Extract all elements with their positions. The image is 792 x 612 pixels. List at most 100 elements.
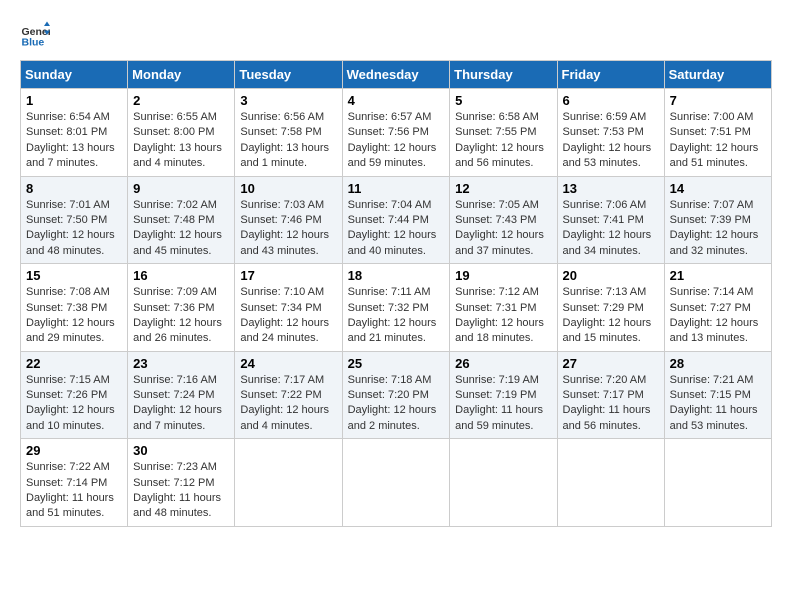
day-info: Sunrise: 7:18 AM Sunset: 7:20 PM Dayligh… bbox=[348, 373, 445, 435]
day-info: Sunrise: 7:22 AM Sunset: 7:14 PM Dayligh… bbox=[26, 460, 122, 522]
logo-icon: General Blue bbox=[20, 20, 50, 50]
day-number: 16 bbox=[133, 268, 229, 283]
calendar-day-cell: 6Sunrise: 6:59 AM Sunset: 7:53 PM Daylig… bbox=[557, 89, 664, 177]
calendar-day-cell: 16 Sunrise: 7:09 AM Sunset: 7:36 PM Dayli… bbox=[128, 264, 235, 352]
day-info: Sunrise: 7:23 AM Sunset: 7:12 PM Dayligh… bbox=[133, 460, 229, 522]
day-number: 11 bbox=[348, 181, 445, 196]
day-number: 24 bbox=[240, 356, 336, 371]
day-info: Sunrise: 7:17 AM Sunset: 7:22 PM Dayligh… bbox=[240, 373, 336, 435]
svg-text:Blue: Blue bbox=[22, 37, 45, 49]
page-header: General Blue bbox=[20, 20, 772, 50]
calendar-day-cell: 24 Sunrise: 7:17 AM Sunset: 7:22 PM Dayli… bbox=[235, 351, 342, 439]
day-info: Sunrise: 7:04 AM Sunset: 7:44 PM Dayligh… bbox=[348, 198, 445, 260]
calendar-day-cell: 28 Sunrise: 7:21 AM Sunset: 7:15 PM Dayli… bbox=[664, 351, 771, 439]
day-info: Sunrise: 7:19 AM Sunset: 7:19 PM Dayligh… bbox=[455, 373, 551, 435]
day-number: 18 bbox=[348, 268, 445, 283]
empty-cell bbox=[235, 439, 342, 527]
calendar-day-cell: 9Sunrise: 7:02 AM Sunset: 7:48 PM Daylig… bbox=[128, 176, 235, 264]
day-number: 1 bbox=[26, 93, 122, 108]
weekday-header-thursday: Thursday bbox=[450, 61, 557, 89]
day-info: Sunrise: 7:21 AM Sunset: 7:15 PM Dayligh… bbox=[670, 373, 766, 435]
calendar-header-row: SundayMondayTuesdayWednesdayThursdayFrid… bbox=[21, 61, 772, 89]
day-number: 25 bbox=[348, 356, 445, 371]
logo: General Blue bbox=[20, 20, 54, 50]
weekday-header-tuesday: Tuesday bbox=[235, 61, 342, 89]
day-info: Sunrise: 7:08 AM Sunset: 7:38 PM Dayligh… bbox=[26, 285, 122, 347]
day-info: Sunrise: 6:54 AM Sunset: 8:01 PM Dayligh… bbox=[26, 110, 122, 172]
day-info: Sunrise: 7:11 AM Sunset: 7:32 PM Dayligh… bbox=[348, 285, 445, 347]
calendar-day-cell: 23 Sunrise: 7:16 AM Sunset: 7:24 PM Dayli… bbox=[128, 351, 235, 439]
calendar-day-cell: 2 Sunrise: 6:55 AM Sunset: 8:00 PM Daylig… bbox=[128, 89, 235, 177]
day-info: Sunrise: 6:59 AM Sunset: 7:53 PM Dayligh… bbox=[563, 110, 659, 172]
day-number: 26 bbox=[455, 356, 551, 371]
day-number: 30 bbox=[133, 443, 229, 458]
day-info: Sunrise: 7:05 AM Sunset: 7:43 PM Dayligh… bbox=[455, 198, 551, 260]
day-number: 28 bbox=[670, 356, 766, 371]
day-number: 8 bbox=[26, 181, 122, 196]
day-number: 14 bbox=[670, 181, 766, 196]
day-info: Sunrise: 6:58 AM Sunset: 7:55 PM Dayligh… bbox=[455, 110, 551, 172]
day-info: Sunrise: 7:16 AM Sunset: 7:24 PM Dayligh… bbox=[133, 373, 229, 435]
calendar-day-cell: 26 Sunrise: 7:19 AM Sunset: 7:19 PM Dayli… bbox=[450, 351, 557, 439]
day-number: 23 bbox=[133, 356, 229, 371]
empty-cell bbox=[342, 439, 450, 527]
day-number: 3 bbox=[240, 93, 336, 108]
day-number: 29 bbox=[26, 443, 122, 458]
calendar-day-cell: 27Sunrise: 7:20 AM Sunset: 7:17 PM Dayli… bbox=[557, 351, 664, 439]
calendar-day-cell: 5 Sunrise: 6:58 AM Sunset: 7:55 PM Daylig… bbox=[450, 89, 557, 177]
calendar-day-cell: 10 Sunrise: 7:03 AM Sunset: 7:46 PM Dayli… bbox=[235, 176, 342, 264]
calendar-day-cell: 8 Sunrise: 7:01 AM Sunset: 7:50 PM Daylig… bbox=[21, 176, 128, 264]
day-number: 20 bbox=[563, 268, 659, 283]
day-info: Sunrise: 6:55 AM Sunset: 8:00 PM Dayligh… bbox=[133, 110, 229, 172]
day-number: 17 bbox=[240, 268, 336, 283]
day-info: Sunrise: 7:06 AM Sunset: 7:41 PM Dayligh… bbox=[563, 198, 659, 260]
day-info: Sunrise: 7:20 AM Sunset: 7:17 PM Dayligh… bbox=[563, 373, 659, 435]
day-number: 21 bbox=[670, 268, 766, 283]
weekday-header-sunday: Sunday bbox=[21, 61, 128, 89]
calendar-week-row: 22Sunrise: 7:15 AM Sunset: 7:26 PM Dayli… bbox=[21, 351, 772, 439]
calendar-day-cell: 19Sunrise: 7:12 AM Sunset: 7:31 PM Dayli… bbox=[450, 264, 557, 352]
day-info: Sunrise: 7:00 AM Sunset: 7:51 PM Dayligh… bbox=[670, 110, 766, 172]
empty-cell bbox=[664, 439, 771, 527]
calendar-day-cell: 30 Sunrise: 7:23 AM Sunset: 7:12 PM Dayli… bbox=[128, 439, 235, 527]
calendar-table: SundayMondayTuesdayWednesdayThursdayFrid… bbox=[20, 60, 772, 527]
day-number: 22 bbox=[26, 356, 122, 371]
calendar-day-cell: 15 Sunrise: 7:08 AM Sunset: 7:38 PM Dayli… bbox=[21, 264, 128, 352]
calendar-day-cell: 12 Sunrise: 7:05 AM Sunset: 7:43 PM Dayli… bbox=[450, 176, 557, 264]
day-info: Sunrise: 7:09 AM Sunset: 7:36 PM Dayligh… bbox=[133, 285, 229, 347]
day-number: 4 bbox=[348, 93, 445, 108]
calendar-day-cell: 29 Sunrise: 7:22 AM Sunset: 7:14 PM Dayli… bbox=[21, 439, 128, 527]
calendar-day-cell: 22Sunrise: 7:15 AM Sunset: 7:26 PM Dayli… bbox=[21, 351, 128, 439]
weekday-header-monday: Monday bbox=[128, 61, 235, 89]
empty-cell bbox=[557, 439, 664, 527]
calendar-week-row: 1 Sunrise: 6:54 AM Sunset: 8:01 PM Daylig… bbox=[21, 89, 772, 177]
day-number: 7 bbox=[670, 93, 766, 108]
day-info: Sunrise: 6:57 AM Sunset: 7:56 PM Dayligh… bbox=[348, 110, 445, 172]
day-number: 12 bbox=[455, 181, 551, 196]
calendar-day-cell: 18 Sunrise: 7:11 AM Sunset: 7:32 PM Dayli… bbox=[342, 264, 450, 352]
calendar-day-cell: 25 Sunrise: 7:18 AM Sunset: 7:20 PM Dayli… bbox=[342, 351, 450, 439]
day-info: Sunrise: 7:07 AM Sunset: 7:39 PM Dayligh… bbox=[670, 198, 766, 260]
calendar-day-cell: 14 Sunrise: 7:07 AM Sunset: 7:39 PM Dayli… bbox=[664, 176, 771, 264]
day-number: 19 bbox=[455, 268, 551, 283]
empty-cell bbox=[450, 439, 557, 527]
calendar-day-cell: 13Sunrise: 7:06 AM Sunset: 7:41 PM Dayli… bbox=[557, 176, 664, 264]
day-info: Sunrise: 7:03 AM Sunset: 7:46 PM Dayligh… bbox=[240, 198, 336, 260]
day-number: 15 bbox=[26, 268, 122, 283]
weekday-header-wednesday: Wednesday bbox=[342, 61, 450, 89]
day-number: 5 bbox=[455, 93, 551, 108]
weekday-header-saturday: Saturday bbox=[664, 61, 771, 89]
day-info: Sunrise: 6:56 AM Sunset: 7:58 PM Dayligh… bbox=[240, 110, 336, 172]
calendar-day-cell: 17 Sunrise: 7:10 AM Sunset: 7:34 PM Dayli… bbox=[235, 264, 342, 352]
day-number: 9 bbox=[133, 181, 229, 196]
day-info: Sunrise: 7:01 AM Sunset: 7:50 PM Dayligh… bbox=[26, 198, 122, 260]
day-number: 10 bbox=[240, 181, 336, 196]
calendar-day-cell: 4 Sunrise: 6:57 AM Sunset: 7:56 PM Daylig… bbox=[342, 89, 450, 177]
day-info: Sunrise: 7:10 AM Sunset: 7:34 PM Dayligh… bbox=[240, 285, 336, 347]
day-info: Sunrise: 7:14 AM Sunset: 7:27 PM Dayligh… bbox=[670, 285, 766, 347]
calendar-day-cell: 3 Sunrise: 6:56 AM Sunset: 7:58 PM Daylig… bbox=[235, 89, 342, 177]
calendar-day-cell: 11 Sunrise: 7:04 AM Sunset: 7:44 PM Dayli… bbox=[342, 176, 450, 264]
day-number: 2 bbox=[133, 93, 229, 108]
day-info: Sunrise: 7:13 AM Sunset: 7:29 PM Dayligh… bbox=[563, 285, 659, 347]
calendar-week-row: 15 Sunrise: 7:08 AM Sunset: 7:38 PM Dayli… bbox=[21, 264, 772, 352]
